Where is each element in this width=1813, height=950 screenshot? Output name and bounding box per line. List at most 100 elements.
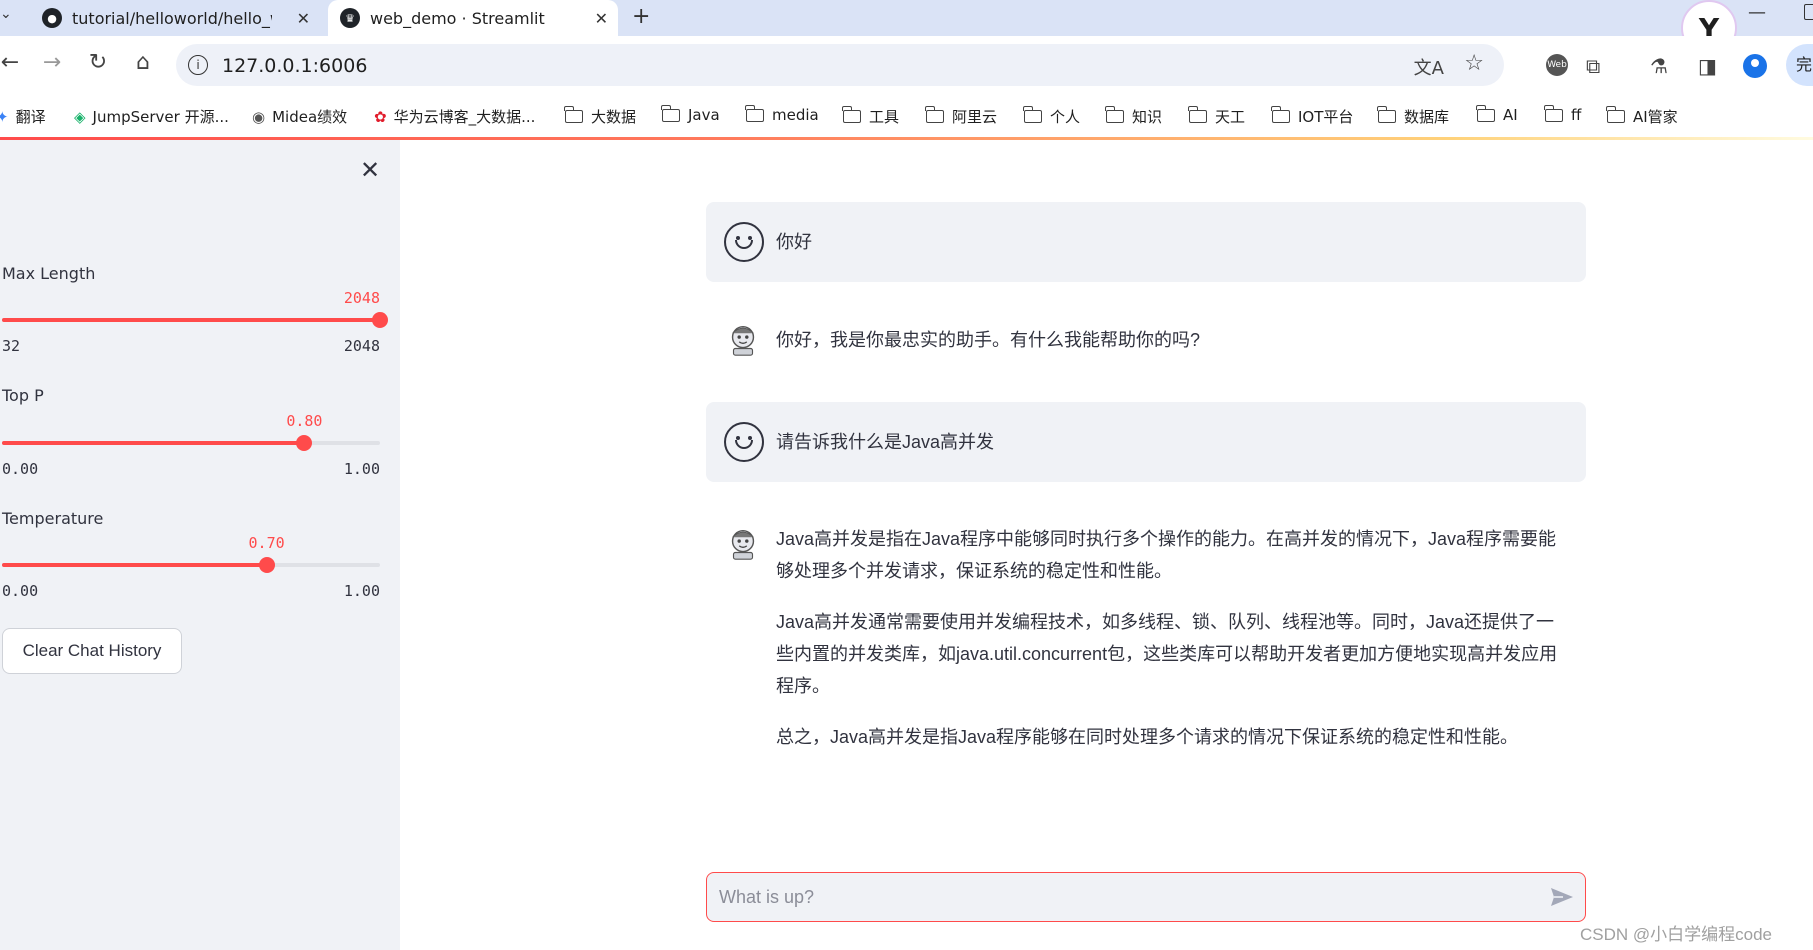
slider-max-length[interactable]	[2, 312, 388, 328]
tab-search-chevron-icon[interactable]: ⌄	[0, 6, 12, 22]
bookmark-folder[interactable]: 数据库	[1377, 106, 1450, 127]
huawei-icon: ✿	[374, 107, 387, 126]
slider-fill	[2, 318, 380, 322]
bookmark-label: Midea绩效	[272, 108, 348, 126]
bookmark-folder[interactable]: Java	[661, 104, 720, 124]
streamlit-icon: ♛	[340, 8, 360, 28]
bookmark-label: AI管家	[1633, 108, 1678, 126]
folder-icon	[661, 104, 680, 122]
bookmark-folder[interactable]: AI管家	[1606, 106, 1678, 127]
main-content: 你好 你好，我是你最忠实的助手。有什么我能帮助你的吗? 请告诉我什么是Java高…	[400, 140, 1813, 950]
assistant-avatar	[724, 524, 764, 564]
bookmark-label: 数据库	[1404, 108, 1450, 126]
reload-icon[interactable]: ↻	[84, 50, 112, 75]
bookmark-label: 华为云博客_大数据...	[393, 108, 536, 126]
smiley-face-icon	[724, 222, 764, 262]
complete-button[interactable]: 完	[1786, 44, 1813, 86]
slider-thumb[interactable]	[372, 312, 388, 328]
new-tab-button[interactable]: +	[632, 4, 650, 29]
bookmark-star-icon[interactable]: ☆	[1464, 51, 1484, 76]
bookmark-folder[interactable]: IOT平台	[1271, 106, 1353, 127]
bookmark-label: 大数据	[591, 108, 637, 126]
folder-icon	[745, 104, 764, 122]
globe-icon: ◉	[252, 107, 266, 126]
chat-input-box[interactable]	[706, 872, 1586, 922]
robot-avatar-icon	[731, 325, 755, 356]
chat-message-user: 你好	[706, 202, 1586, 282]
tab-close-icon[interactable]: ✕	[595, 9, 608, 28]
bookmark-label: ff	[1571, 106, 1582, 124]
slider-min-label: 0.00	[2, 582, 39, 600]
bookmark-label: 天工	[1215, 108, 1246, 126]
slider-min-label: 32	[2, 337, 21, 355]
bookmark-folder[interactable]: 大数据	[564, 106, 637, 127]
bookmark-item[interactable]: ◉ Midea绩效	[252, 106, 347, 127]
message-text: 你好	[776, 226, 1570, 277]
slider-value-top-p: 0.80	[286, 412, 323, 430]
bookmark-folder[interactable]: media	[745, 104, 819, 124]
chat-input[interactable]	[717, 873, 1521, 921]
bookmark-item[interactable]: ✿ 华为云博客_大数据...	[374, 106, 535, 127]
web-extension-icon[interactable]: Web	[1546, 54, 1568, 76]
translate-icon[interactable]: 文A	[1414, 54, 1444, 80]
forward-icon[interactable]: →	[38, 50, 66, 75]
back-icon[interactable]: ←	[0, 50, 24, 75]
slider-top-p[interactable]	[2, 435, 380, 451]
bookmark-label: JumpServer 开源...	[92, 108, 229, 126]
browser-tabbar: ⌄ ● tutorial/helloworld/hello_wo ✕ ♛ web…	[0, 0, 1813, 56]
slider-fill	[2, 441, 305, 445]
bookmarks-bar: ✦ 翻译 ◈ JumpServer 开源... ◉ Midea绩效 ✿ 华为云博…	[0, 94, 1813, 138]
sidebar-close-icon[interactable]: ✕	[360, 156, 380, 184]
home-icon[interactable]: ⌂	[129, 50, 157, 75]
slider-temperature[interactable]	[2, 557, 380, 573]
address-bar[interactable]: i 127.0.0.1:6006 文A ☆	[176, 44, 1504, 86]
bookmark-folder[interactable]: 个人	[1023, 106, 1080, 127]
bookmark-folder[interactable]: AI	[1476, 104, 1518, 124]
bookmark-folder[interactable]: 天工	[1188, 106, 1246, 127]
chat-message-assistant: Java高并发是指在Java程序中能够同时执行多个操作的能力。在高并发的情况下，…	[706, 500, 1586, 800]
folder-icon	[1271, 106, 1290, 123]
slider-thumb[interactable]	[296, 435, 313, 451]
clear-chat-history-button[interactable]: Clear Chat History	[2, 628, 182, 674]
chat-message-user: 请告诉我什么是Java高并发	[706, 402, 1586, 482]
folder-icon	[1188, 106, 1207, 123]
restore-icon[interactable]	[1804, 4, 1813, 20]
side-panel-icon[interactable]: ◨	[1698, 54, 1717, 78]
folder-icon	[1476, 104, 1495, 122]
slider-thumb[interactable]	[258, 557, 275, 573]
translate-icon: ✦	[0, 107, 9, 126]
site-info-icon[interactable]: i	[188, 55, 208, 75]
bookmark-folder[interactable]: 阿里云	[925, 106, 998, 127]
folder-icon	[1023, 106, 1042, 123]
labs-flask-icon[interactable]: ⚗	[1650, 54, 1668, 78]
bookmark-label: Java	[688, 106, 720, 124]
user-avatar	[724, 422, 764, 462]
slider-label-max-length: Max Length	[2, 264, 96, 283]
bookmark-label: 翻译	[15, 108, 46, 126]
minimize-icon[interactable]: —	[1748, 2, 1766, 23]
profile-avatar-icon[interactable]	[1743, 54, 1767, 78]
jumpserver-icon: ◈	[74, 107, 86, 126]
tab-web-demo[interactable]: ♛ web_demo · Streamlit ✕	[328, 0, 618, 36]
message-paragraph: Java高并发是指在Java程序中能够同时执行多个操作的能力。在高并发的情况下，…	[776, 529, 1557, 581]
slider-value-temperature: 0.70	[248, 534, 285, 552]
tab-github[interactable]: ● tutorial/helloworld/hello_wo ✕	[30, 0, 320, 36]
url-text[interactable]: 127.0.0.1:6006	[222, 55, 367, 77]
bookmark-folder[interactable]: ff	[1544, 104, 1582, 124]
send-icon[interactable]	[1549, 885, 1575, 909]
bookmark-folder[interactable]: 知识	[1105, 106, 1162, 127]
folder-icon	[925, 106, 944, 123]
browser-toolbar: ← → ↻ ⌂ i 127.0.0.1:6006 文A ☆ Web ⧉ ⚗ ◨ …	[0, 36, 1813, 94]
extensions-puzzle-icon[interactable]: ⧉	[1586, 54, 1600, 78]
bookmark-item[interactable]: ◈ JumpServer 开源...	[74, 106, 229, 127]
user-avatar	[724, 222, 764, 262]
slider-max-label: 1.00	[343, 460, 380, 478]
slider-min-label: 0.00	[2, 460, 39, 478]
bookmark-folder[interactable]: 工具	[842, 106, 899, 127]
bookmark-item[interactable]: ✦ 翻译	[0, 106, 46, 127]
tab-close-icon[interactable]: ✕	[297, 9, 310, 28]
bookmark-label: 阿里云	[952, 108, 998, 126]
message-paragraph: 你好	[776, 232, 812, 252]
message-paragraph: Java高并发通常需要使用并发编程技术，如多线程、锁、队列、线程池等。同时，Ja…	[776, 612, 1558, 696]
folder-icon	[1606, 106, 1625, 123]
